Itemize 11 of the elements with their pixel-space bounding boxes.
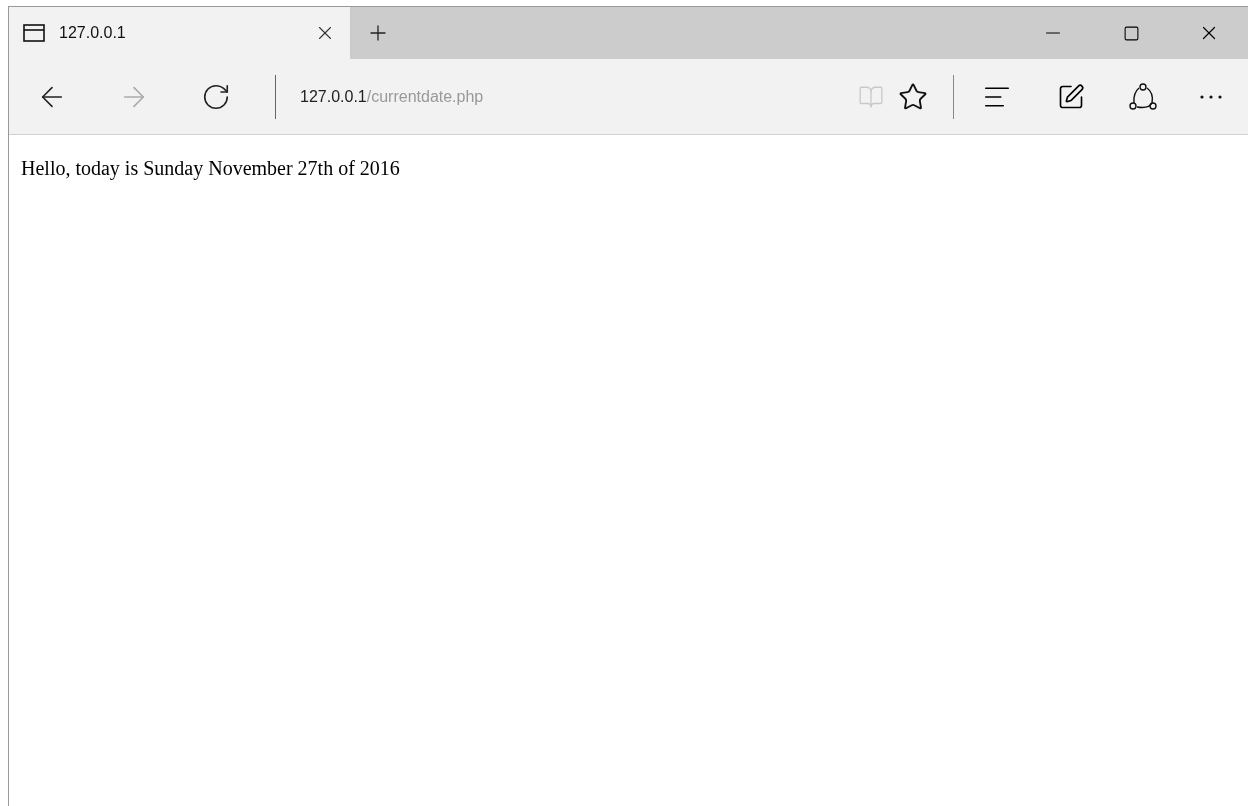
address-path: /currentdate.php xyxy=(366,86,484,107)
pen-icon xyxy=(1057,82,1085,111)
star-icon xyxy=(898,81,928,112)
browser-tab[interactable]: 127.0.0.1 xyxy=(9,7,350,59)
share-icon xyxy=(1127,80,1159,113)
page-text: Hello, today is Sunday November 27th of 2016 xyxy=(21,156,401,182)
address-host: 127.0.0.1 xyxy=(300,86,367,107)
tab-title: 127.0.0.1 xyxy=(59,23,127,43)
window-icon xyxy=(23,24,45,42)
maximize-icon[interactable] xyxy=(1122,24,1140,42)
more-icon xyxy=(1200,94,1222,99)
